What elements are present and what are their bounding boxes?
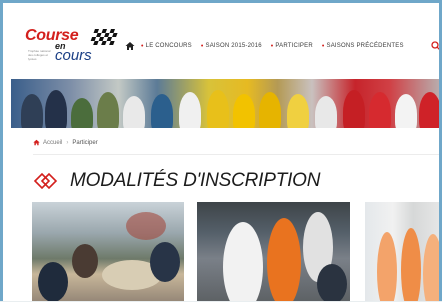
breadcrumb-home-link[interactable]: Accueil (43, 140, 62, 146)
page-title-row: MODALITÉS D'INSCRIPTION (33, 169, 320, 193)
nav-item-participer[interactable]: • PARTICIPER (271, 43, 313, 50)
photo-students[interactable] (365, 202, 439, 301)
nav-bullet: • (141, 42, 144, 50)
nav-item-le-concours[interactable]: • LE CONCOURS (141, 43, 192, 50)
logo-tagline: Trophée national des collèges et lycées (28, 49, 51, 61)
nav-item-saisons-precedentes[interactable]: • SAISONS PRÉCÉDENTES (322, 43, 404, 50)
photo-workshop[interactable] (197, 202, 350, 301)
diamond-icon (33, 172, 58, 190)
page-title: MODALITÉS D'INSCRIPTION (70, 170, 321, 191)
nav-bullet: • (270, 42, 274, 50)
home-icon[interactable] (125, 41, 135, 51)
nav-bullet: • (200, 42, 204, 50)
checkered-flag-icon (89, 29, 119, 45)
hero-banner-image (11, 79, 439, 128)
browser-frame: Course en cours Trophée national des col… (0, 0, 442, 301)
nav-item-label: LE CONCOURS (145, 43, 192, 49)
logo-word-course: Course (25, 27, 79, 44)
nav-item-label: PARTICIPER (275, 43, 313, 49)
site-logo[interactable]: Course en cours Trophée national des col… (25, 27, 121, 67)
main-nav: • LE CONCOURS • SAISON 2015-2016 • PARTI… (125, 39, 413, 53)
logo-word-cours: cours (55, 47, 92, 64)
home-icon[interactable] (33, 139, 40, 146)
nav-bullet: • (321, 42, 325, 50)
nav-item-label: SAISON 2015-2016 (205, 43, 262, 49)
nav-item-saison[interactable]: • SAISON 2015-2016 (201, 43, 262, 50)
nav-item-label: SAISONS PRÉCÉDENTES (326, 43, 404, 49)
photo-classroom[interactable] (32, 202, 184, 301)
breadcrumb-separator: › (66, 139, 69, 146)
breadcrumb-current: Participer (72, 139, 98, 146)
divider (33, 154, 439, 155)
site-header: Course en cours Trophée national des col… (3, 3, 439, 71)
breadcrumb: Accueil › Participer (33, 139, 98, 146)
search-icon[interactable] (431, 41, 441, 51)
